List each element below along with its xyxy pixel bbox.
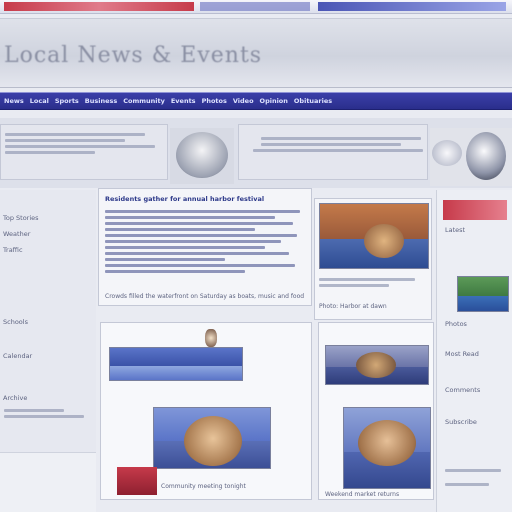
nav-item-local[interactable]: Local <box>30 97 49 105</box>
right-promo-banner[interactable] <box>443 200 507 220</box>
sidebar-right-item-1[interactable]: Latest <box>445 226 465 234</box>
story-c-top-photo[interactable] <box>325 345 429 385</box>
header-strip <box>0 118 512 188</box>
sidebar-right-item-4[interactable]: Comments <box>445 386 480 394</box>
story-c-card[interactable]: Weekend market returns <box>318 322 434 500</box>
story-a-photo[interactable] <box>319 203 429 269</box>
story-b-banner-photo[interactable] <box>109 347 243 381</box>
nav-item-obituaries[interactable]: Obituaries <box>294 97 332 105</box>
sidebar-left-item-3[interactable]: Traffic <box>3 246 23 254</box>
right-sidebar: Latest Photos Most Read Comments Subscri… <box>436 190 512 512</box>
story-a-caption: Photo: Harbor at dawn <box>319 303 387 310</box>
featured-article[interactable]: Residents gather for annual harbor festi… <box>98 188 312 306</box>
top-bar <box>0 0 512 14</box>
sidebar-left-item-2[interactable]: Weather <box>3 230 30 238</box>
sidebar-right-item-3[interactable]: Most Read <box>445 350 479 358</box>
strip-center-text <box>238 124 428 180</box>
nav-item-events[interactable]: Events <box>171 97 196 105</box>
nav-item-photos[interactable]: Photos <box>202 97 227 105</box>
sidebar-left-item-6[interactable]: Archive <box>3 394 27 402</box>
featured-body-lines <box>105 207 305 276</box>
nav-item-business[interactable]: Business <box>85 97 117 105</box>
strip-photo-person[interactable] <box>170 128 234 184</box>
main-nav: News Local Sports Business Community Eve… <box>0 92 512 110</box>
left-sidebar: Top Stories Weather Traffic Schools Cale… <box>0 190 96 512</box>
story-a-card[interactable]: Photo: Harbor at dawn <box>314 198 432 320</box>
nav-item-opinion[interactable]: Opinion <box>260 97 288 105</box>
nav-item-community[interactable]: Community <box>123 97 165 105</box>
site-title: Local News & Events <box>4 43 263 68</box>
top-link-group-2[interactable] <box>318 2 506 11</box>
masthead: Local News & Events <box>0 18 512 88</box>
sidebar-right-item-2[interactable]: Photos <box>445 320 467 328</box>
right-thumb-photo[interactable] <box>457 276 509 312</box>
sidebar-left-item-5[interactable]: Calendar <box>3 352 32 360</box>
story-b-caption: Community meeting tonight <box>161 483 246 490</box>
sidebar-left-item-4[interactable]: Schools <box>3 318 28 326</box>
story-a-text <box>319 275 429 290</box>
featured-headline[interactable]: Residents gather for annual harbor festi… <box>105 195 305 203</box>
strip-left-text <box>0 124 168 180</box>
nav-item-video[interactable]: Video <box>233 97 254 105</box>
strip-photo-group[interactable] <box>430 128 512 186</box>
story-b-photo[interactable] <box>153 407 271 469</box>
featured-body: Crowds filled the waterfront on Saturday… <box>105 293 305 300</box>
top-link-group[interactable] <box>200 2 310 11</box>
nav-item-sports[interactable]: Sports <box>55 97 79 105</box>
story-c-caption: Weekend market returns <box>325 491 400 498</box>
sidebar-left-item-1[interactable]: Top Stories <box>3 214 39 222</box>
story-b-red-badge[interactable] <box>117 467 157 495</box>
nav-item-news[interactable]: News <box>4 97 24 105</box>
sidebar-left-footer <box>0 452 96 512</box>
person-icon <box>205 329 217 347</box>
top-color-strip <box>4 2 194 11</box>
sidebar-right-item-5[interactable]: Subscribe <box>445 418 477 426</box>
story-c-photo[interactable] <box>343 407 431 489</box>
story-b-card[interactable]: Community meeting tonight <box>100 322 312 500</box>
